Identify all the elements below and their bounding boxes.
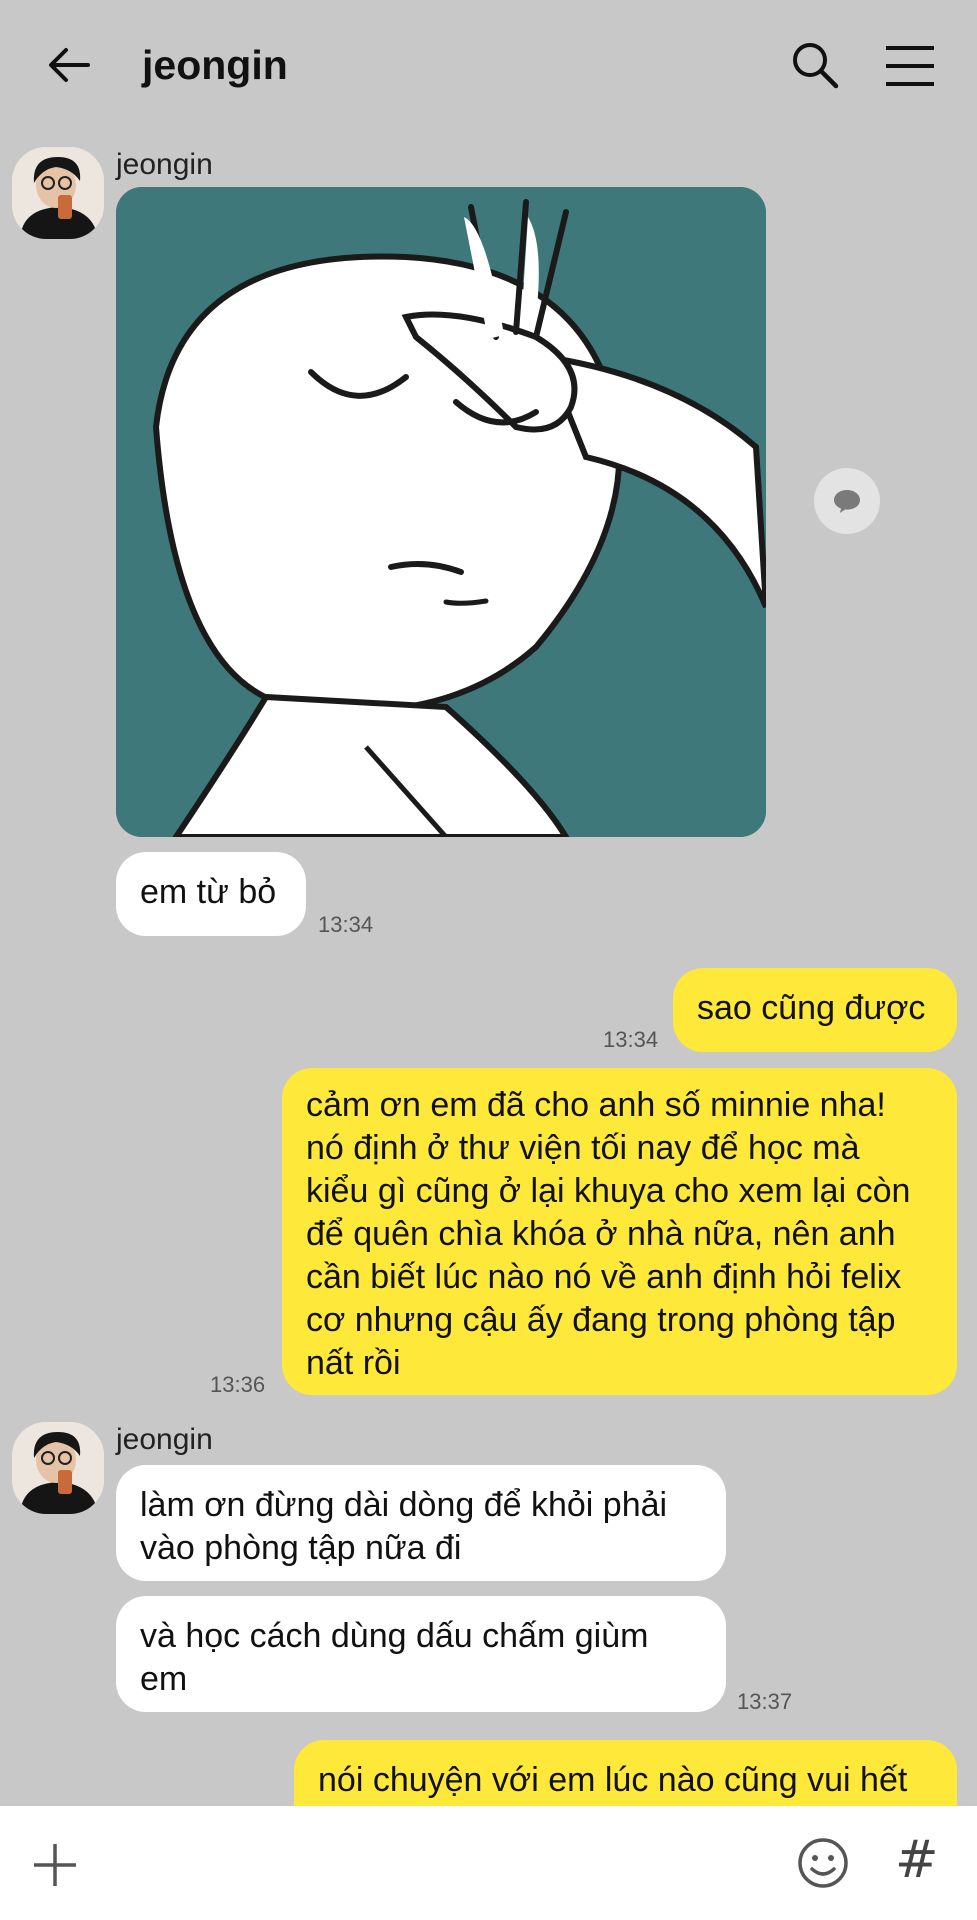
image-message[interactable] xyxy=(116,187,766,837)
emoji-icon[interactable] xyxy=(796,1836,850,1890)
outgoing-message: cảm ơn em đã cho anh số minnie nha! nó đ… xyxy=(282,1068,957,1395)
message-time: 13:34 xyxy=(603,1027,659,1052)
arrow-left-icon[interactable] xyxy=(44,40,94,90)
message-time: 13:37 xyxy=(737,1689,793,1714)
incoming-message: làm ơn đừng dài dòng để khỏi phải vào ph… xyxy=(116,1465,726,1581)
share-button[interactable] xyxy=(814,468,880,534)
chat-header: jeongin xyxy=(0,0,977,135)
search-icon[interactable] xyxy=(790,40,840,90)
chat-title: jeongin xyxy=(142,42,288,88)
message-time: 13:36 xyxy=(210,1372,266,1397)
plus-icon[interactable] xyxy=(30,1840,80,1890)
hamburger-menu-icon[interactable] xyxy=(884,44,936,88)
speech-bubble-icon xyxy=(834,490,860,513)
hashtag-icon[interactable]: # xyxy=(895,1830,939,1890)
incoming-message: em từ bỏ xyxy=(116,852,306,936)
outgoing-message: sao cũng được xyxy=(673,968,957,1052)
sender-name: jeongin xyxy=(116,148,213,181)
avatar[interactable] xyxy=(12,1422,104,1514)
incoming-message: và học cách dùng dấu chấm giùm em xyxy=(116,1596,726,1712)
sender-name: jeongin xyxy=(116,1423,213,1456)
message-time: 13:34 xyxy=(318,912,374,937)
avatar[interactable] xyxy=(12,147,104,239)
